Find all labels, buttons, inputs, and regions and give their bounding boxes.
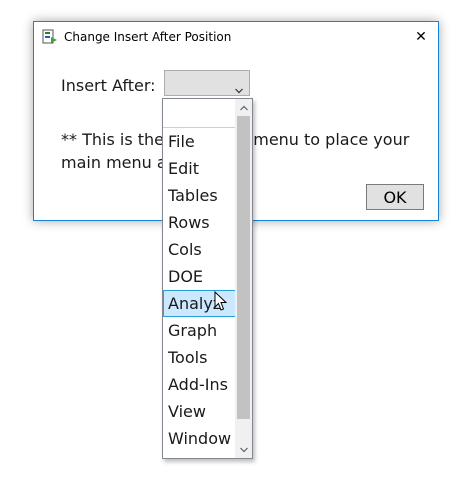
- list-item[interactable]: Tools: [163, 344, 236, 371]
- scroll-down-icon[interactable]: [235, 441, 252, 458]
- list-item[interactable]: Edit: [163, 155, 236, 182]
- insert-after-combobox[interactable]: [164, 70, 250, 96]
- list-item[interactable]: Rows: [163, 209, 236, 236]
- window-title: Change Insert After Position: [64, 30, 232, 44]
- scroll-up-icon[interactable]: [235, 99, 252, 116]
- chevron-down-icon: [235, 79, 243, 98]
- list-item[interactable]: Tables: [163, 182, 236, 209]
- scrollbar[interactable]: [235, 99, 252, 458]
- close-icon: ✕: [415, 29, 427, 45]
- dropdown-list[interactable]: File Edit Tables Rows Cols DOE Analyz Graph Tool…: [162, 98, 253, 459]
- list-item[interactable]: Window: [163, 425, 236, 452]
- note-line2-start: main menu a: [61, 153, 167, 172]
- mouse-pointer-icon: [214, 290, 228, 312]
- note-line1-start: ** This is the: [61, 130, 164, 149]
- list-item-blank[interactable]: [163, 99, 235, 128]
- dropdown-items: File Edit Tables Rows Cols DOE Analyz Graph Tool…: [163, 128, 236, 452]
- app-icon: [42, 29, 58, 45]
- title-bar[interactable]: Change Insert After Position ✕: [34, 22, 438, 52]
- close-button[interactable]: ✕: [404, 22, 438, 52]
- list-item[interactable]: View: [163, 398, 236, 425]
- list-item[interactable]: DOE: [163, 263, 236, 290]
- scrollbar-thumb[interactable]: [237, 116, 250, 419]
- ok-button[interactable]: OK: [366, 184, 424, 210]
- note-line1-end: n menu to place your: [238, 130, 410, 149]
- insert-after-label: Insert After:: [61, 76, 156, 95]
- list-item[interactable]: Graph: [163, 317, 236, 344]
- list-item[interactable]: Cols: [163, 236, 236, 263]
- list-item[interactable]: Add-Ins: [163, 371, 236, 398]
- list-item[interactable]: File: [163, 128, 236, 155]
